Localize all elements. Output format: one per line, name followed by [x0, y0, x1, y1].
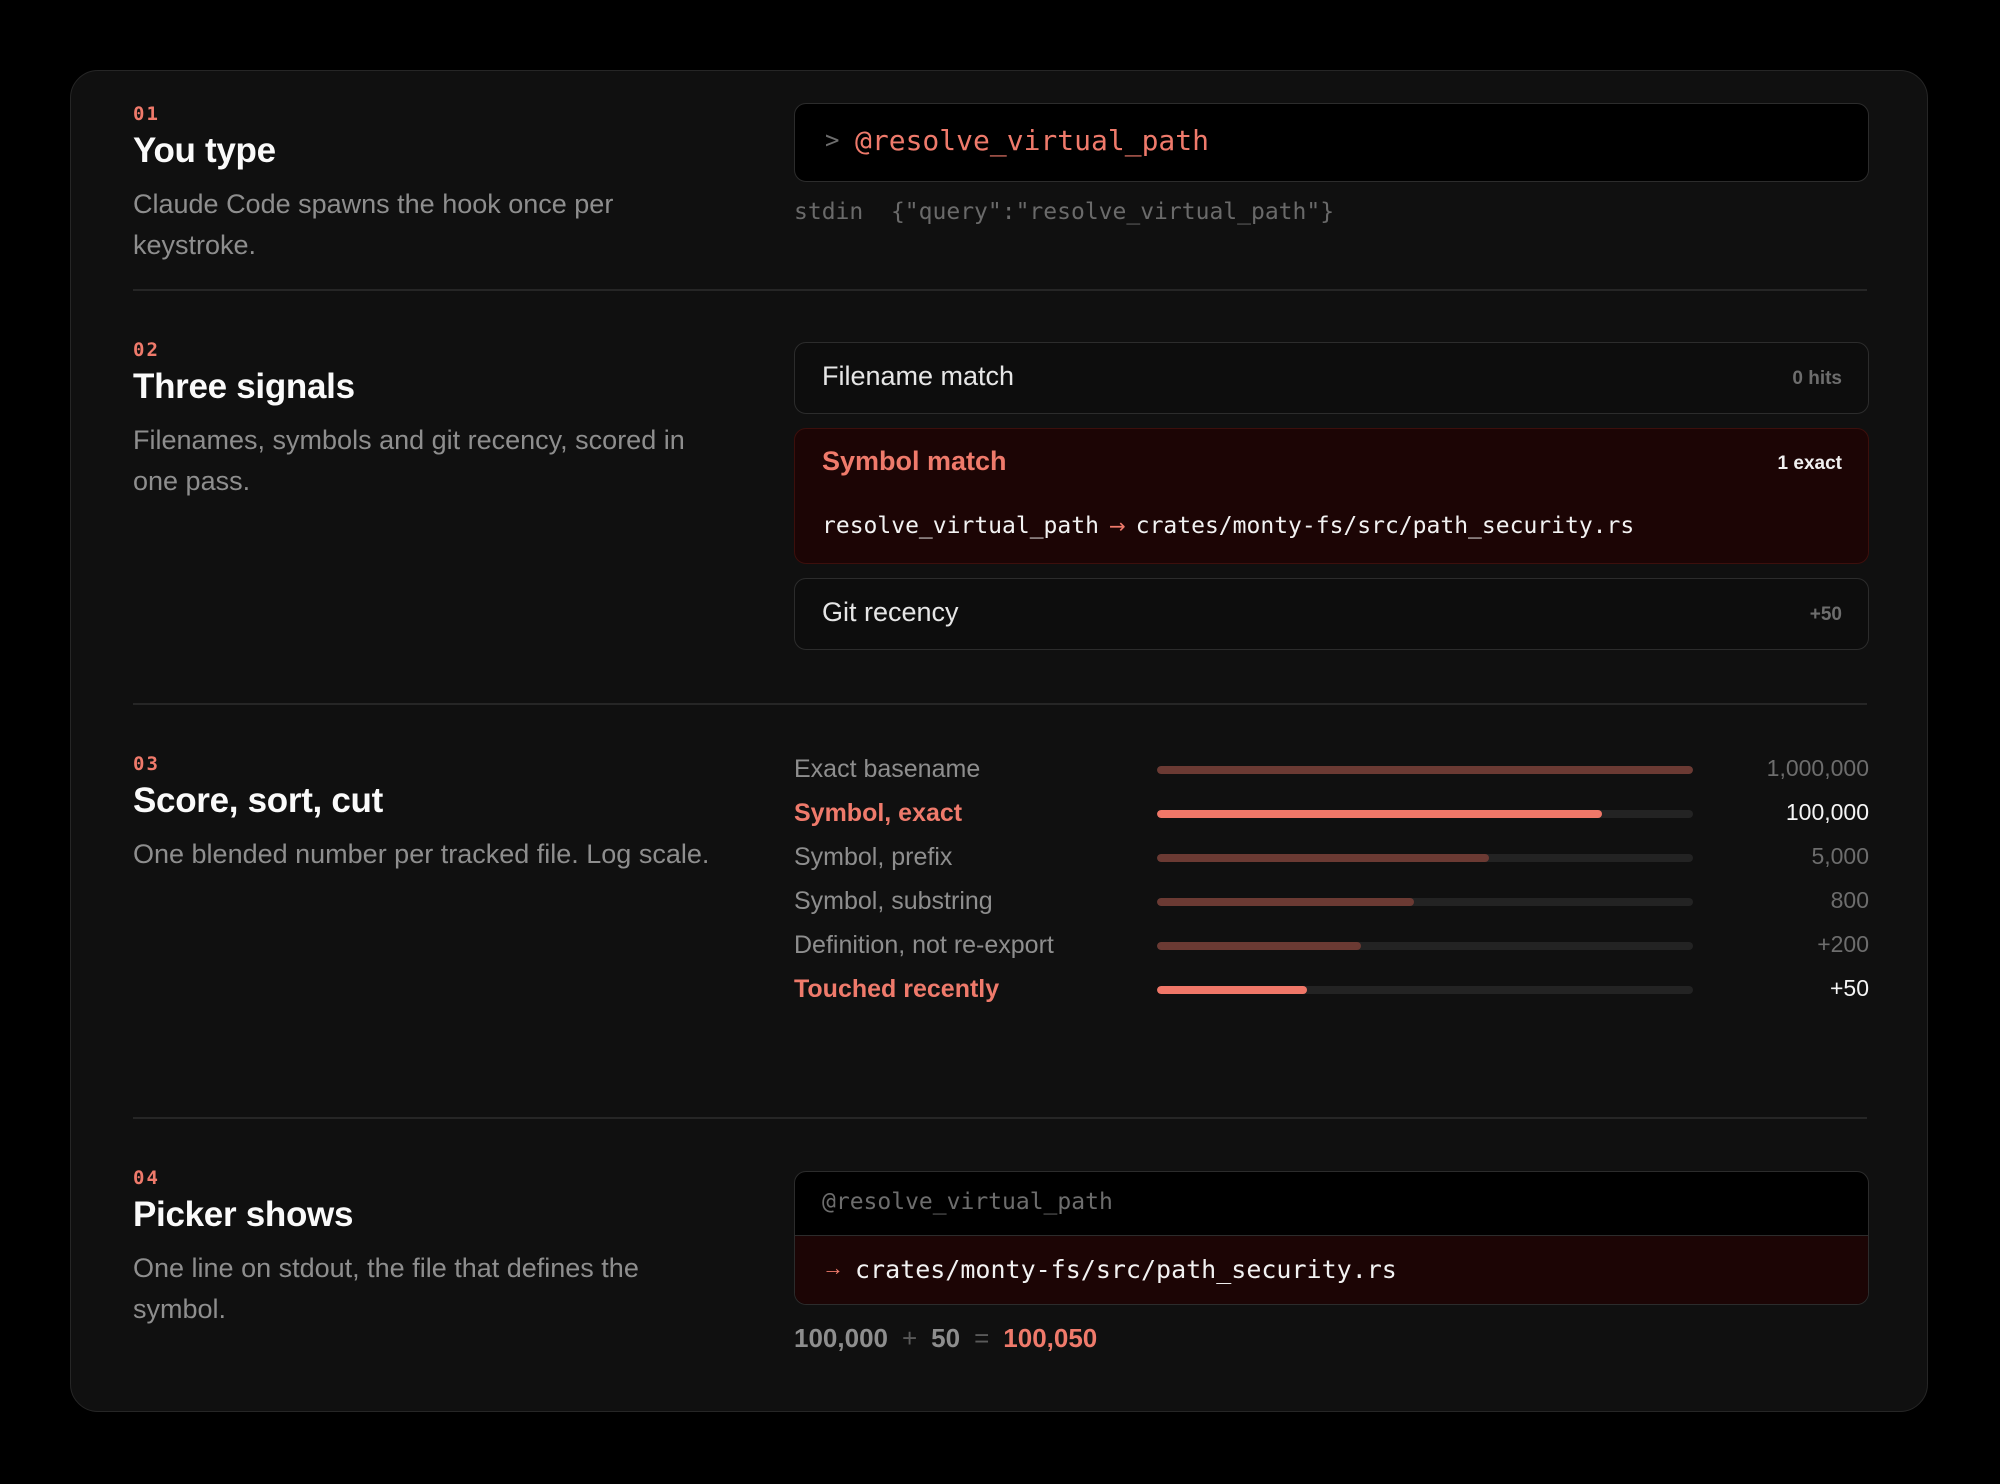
file-picker: @resolve_virtual_path → crates/monty-fs/…: [794, 1171, 1869, 1305]
score-row: Exact basename 1,000,000: [794, 753, 1869, 789]
score-row: Definition, not re-export +200: [794, 929, 1869, 965]
score-bar-fill: [1157, 942, 1361, 950]
symbol-file-path: crates/monty-fs/src/path_security.rs: [1135, 513, 1635, 539]
score-label: Exact basename: [794, 755, 981, 783]
score-bar-track: [1157, 986, 1693, 994]
score-label: Symbol, substring: [794, 887, 993, 915]
score-value: +50: [1829, 975, 1869, 1001]
score-row: Symbol, substring 800: [794, 885, 1869, 921]
signal-label: Filename match: [822, 361, 1015, 391]
signal-count: 1 exact: [1777, 453, 1842, 474]
score-row: Symbol, prefix 5,000: [794, 841, 1869, 877]
sum-term-b: 50: [931, 1323, 961, 1353]
signal-count: 0 hits: [1792, 368, 1842, 389]
step-title: Score, sort, cut: [133, 781, 383, 820]
picker-result-row[interactable]: → crates/monty-fs/src/path_security.rs: [795, 1235, 1868, 1304]
step-you-type: 01 You type Claude Code spawns the hook …: [133, 103, 1869, 266]
step-text: 04 Picker shows One line on stdout, the …: [133, 1167, 733, 1330]
step-description: One blended number per tracked file. Log…: [133, 839, 710, 869]
score-bar-track: [1157, 766, 1693, 774]
score-value: 5,000: [1811, 843, 1869, 869]
score-value: 800: [1830, 887, 1869, 913]
divider: [133, 1117, 1867, 1119]
step-score-sort-cut: 03 Score, sort, cut One blended number p…: [133, 753, 1869, 1003]
score-bar-track: [1157, 854, 1693, 862]
query-input[interactable]: > @resolve_virtual_path: [794, 103, 1869, 182]
step-title: Three signals: [133, 367, 355, 406]
score-label: Touched recently: [794, 975, 1000, 1003]
query-text: @resolve_virtual_path: [855, 124, 1210, 157]
step-title: You type: [133, 131, 276, 170]
score-bar-fill: [1157, 854, 1490, 862]
step-number: 03: [133, 753, 160, 775]
sum-term-a: 100,000: [794, 1323, 888, 1353]
step-number: 01: [133, 103, 160, 125]
score-sum: 100,000 +50 = 100,050: [794, 1323, 1097, 1354]
score-bar-track: [1157, 898, 1693, 906]
picker-query: @resolve_virtual_path: [822, 1189, 1113, 1215]
stdin-line: stdin {"query":"resolve_virtual_path"}: [794, 199, 1334, 225]
signal-label: Symbol match: [822, 446, 1007, 476]
step-three-signals: 02 Three signals Filenames, symbols and …: [133, 339, 1869, 650]
step-description: Claude Code spawns the hook once per key…: [133, 189, 614, 260]
plus-sign: +: [901, 1323, 918, 1353]
step-number: 02: [133, 339, 160, 361]
score-label: Definition, not re-export: [794, 931, 1054, 959]
signal-label: Git recency: [822, 597, 959, 627]
step-picker-shows: 04 Picker shows One line on stdout, the …: [133, 1165, 1869, 1365]
symbol-name: resolve_virtual_path: [822, 513, 1099, 539]
step-number: 04: [133, 1167, 160, 1189]
sum-total: 100,050: [1003, 1323, 1098, 1353]
divider: [133, 289, 1867, 291]
score-row: Touched recently +50: [794, 973, 1869, 1009]
step-title: Picker shows: [133, 1195, 354, 1234]
pipeline-card: 01 You type Claude Code spawns the hook …: [70, 70, 1928, 1412]
score-bar-fill: [1157, 986, 1308, 994]
step-text: 03 Score, sort, cut One blended number p…: [133, 753, 733, 875]
signal-filename: Filename match 0 hits: [794, 342, 1869, 414]
signal-git-recency: Git recency +50: [794, 578, 1869, 650]
signal-symbol: Symbol match 1 exact resolve_virtual_pat…: [794, 428, 1869, 564]
equals-sign: =: [974, 1323, 990, 1353]
score-bar-fill: [1157, 766, 1693, 774]
prompt-icon: >: [825, 126, 840, 154]
score-row: Symbol, exact 100,000: [794, 797, 1869, 833]
result-file-path: crates/monty-fs/src/path_security.rs: [855, 1255, 1397, 1284]
score-value: 1,000,000: [1766, 755, 1869, 781]
stdin-json: {"query":"resolve_virtual_path"}: [890, 199, 1335, 225]
step-text: 02 Three signals Filenames, symbols and …: [133, 339, 733, 502]
score-value: 100,000: [1785, 799, 1869, 825]
score-bar-fill: [1157, 810, 1602, 818]
step-description: Filenames, symbols and git recency, scor…: [133, 425, 685, 496]
score-label: Symbol, exact: [794, 799, 963, 827]
stdin-label: stdin: [794, 199, 864, 225]
arrow-right-icon: →: [1108, 514, 1126, 538]
score-bar-track: [1157, 942, 1693, 950]
score-bar-fill: [1157, 898, 1415, 906]
arrow-right-icon: →: [822, 1255, 844, 1280]
divider: [133, 703, 1867, 705]
score-label: Symbol, prefix: [794, 843, 953, 871]
symbol-resolution: resolve_virtual_path → crates/monty-fs/src…: [822, 513, 1634, 539]
step-description: One line on stdout, the file that define…: [133, 1253, 639, 1324]
score-bar-track: [1157, 810, 1693, 818]
score-value: +200: [1817, 931, 1869, 957]
step-text: 01 You type Claude Code spawns the hook …: [133, 103, 733, 266]
signal-count: +50: [1809, 604, 1842, 625]
